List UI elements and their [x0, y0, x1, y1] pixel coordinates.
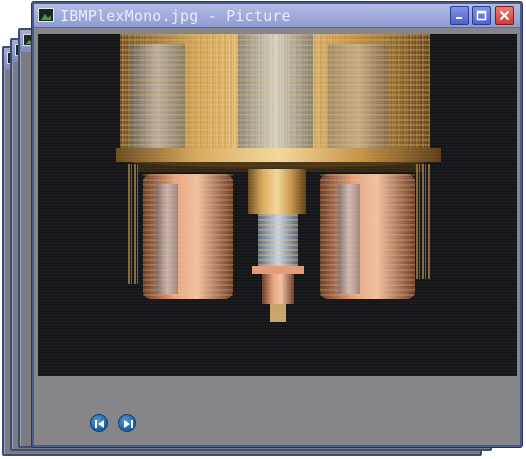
previous-button[interactable]	[90, 414, 108, 432]
picture-display	[38, 34, 517, 376]
maximize-icon	[476, 10, 487, 21]
next-button[interactable]	[118, 414, 136, 432]
picture-icon	[38, 8, 54, 22]
previous-icon	[95, 420, 104, 428]
window-titlebar[interactable]: IBMPlexMono.jpg - Picture	[34, 4, 520, 28]
minimize-button[interactable]	[450, 6, 469, 25]
picture-viewer-window: IBMPlexMono.jpg - Picture	[32, 2, 522, 447]
next-icon	[124, 420, 133, 428]
minimize-icon	[456, 17, 462, 19]
close-icon	[499, 10, 510, 21]
window-title: IBMPlexMono.jpg - Picture	[60, 7, 291, 25]
quantum-computer-image	[38, 34, 517, 376]
maximize-button[interactable]	[472, 6, 491, 25]
desktop: IBMPlexMono.jpg - Picture	[0, 0, 526, 459]
close-button[interactable]	[495, 6, 514, 25]
